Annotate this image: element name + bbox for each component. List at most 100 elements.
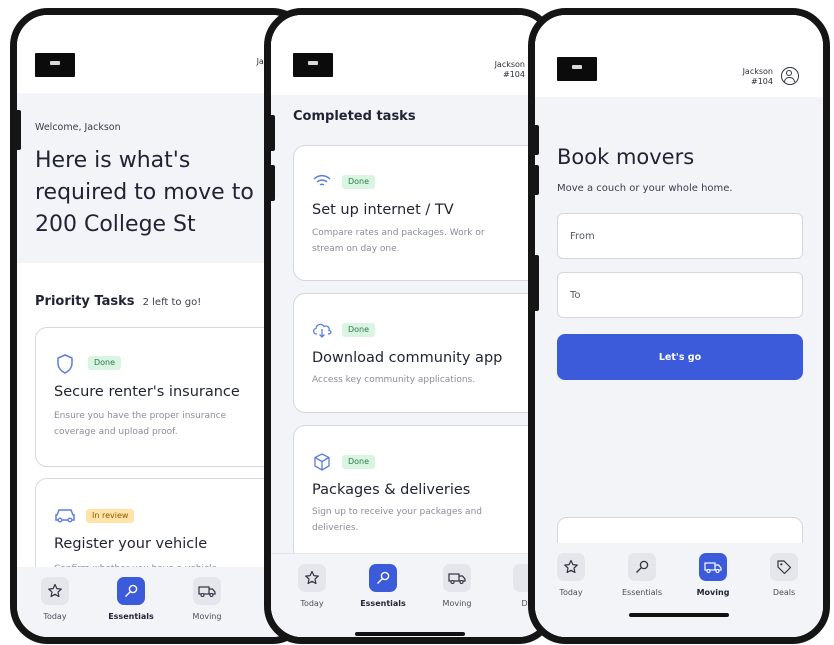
nav-label: Moving (192, 612, 222, 621)
task-description: Compare rates and packages. Work or stre… (312, 225, 485, 257)
nav-label: Essentials (108, 612, 154, 621)
package-icon (312, 452, 332, 476)
user-avatar-icon[interactable] (781, 67, 799, 85)
page-headline: Here is what's required to move to 200 C… (35, 145, 254, 241)
task-card-community-app[interactable]: Done Download community app Access key c… (293, 293, 549, 413)
nav-item-essentials[interactable]: Essentials (101, 577, 161, 621)
nav-item-essentials[interactable]: Essentials (353, 564, 413, 608)
shield-icon (56, 354, 74, 378)
bottom-nav: Today Essentials Moving De (17, 567, 303, 637)
task-card-internet[interactable]: Done Set up internet / TV Compare rates … (293, 145, 549, 281)
page-title: Book movers (557, 145, 695, 169)
desc-line: coverage and upload proof. (54, 427, 178, 437)
side-button (271, 115, 275, 151)
screen: Jackson #104 Welcome, Jackson Here is wh… (17, 15, 303, 637)
side-button (271, 165, 275, 201)
task-title: Download community app (312, 350, 503, 366)
task-description: Sign up to receive your packages and del… (312, 504, 482, 536)
star-icon (557, 553, 585, 581)
desc-line: Sign up to receive your packages and (312, 507, 482, 517)
priority-title: Priority Tasks (35, 294, 135, 309)
user-info[interactable]: Jackson #104 (743, 67, 773, 87)
status-badge: Done (88, 356, 122, 370)
desc-line: stream on day one. (312, 244, 400, 254)
phone-completed-tasks: Jackson #104 Completed tasks Done Set up… (264, 8, 556, 644)
top-bar: Jackson #104 (535, 15, 823, 97)
task-card-packages[interactable]: Done Packages & deliveries Sign up to re… (293, 425, 549, 561)
cloud-download-icon (311, 321, 333, 343)
user-name: Jackson (494, 60, 525, 69)
screen: Jackson #104 Book movers Move a couch or… (535, 15, 823, 637)
nav-item-moving[interactable]: Moving (683, 553, 743, 597)
top-bar: Jackson #104 (271, 15, 549, 95)
nav-label: Deals (772, 588, 796, 597)
task-title: Secure renter's insurance (54, 384, 240, 400)
brand-logo (557, 57, 597, 81)
task-description: Access key community applications. (312, 375, 476, 385)
brand-logo (35, 53, 75, 77)
nav-item-deals[interactable]: Deals (754, 553, 814, 597)
priority-header: Priority Tasks 2 left to go! (35, 290, 201, 309)
desc-line: Ensure you have the proper insurance (54, 411, 227, 421)
truck-icon (699, 553, 727, 581)
status-badge: Done (342, 455, 376, 469)
tag-icon (770, 553, 798, 581)
brand-logo (293, 53, 333, 77)
lets-go-button[interactable]: Let's go (557, 334, 803, 380)
nav-label: Moving (442, 599, 472, 608)
side-button (535, 125, 539, 155)
booking-panel: Book movers Move a couch or your whole h… (543, 97, 815, 449)
nav-label: Essentials (360, 599, 406, 608)
nav-label: Today (300, 599, 324, 608)
nav-item-moving[interactable]: Moving (177, 577, 237, 621)
nav-label: Essentials (621, 588, 663, 597)
nav-item-moving[interactable]: Moving (427, 564, 487, 608)
nav-item-essentials[interactable]: Essentials (612, 553, 672, 597)
status-badge: In review (86, 509, 135, 523)
nav-item-today[interactable]: Today (25, 577, 85, 621)
from-field[interactable]: From (557, 213, 803, 259)
truck-icon (193, 577, 221, 605)
to-field[interactable]: To (557, 272, 803, 318)
key-icon (369, 564, 397, 592)
user-unit: #104 (751, 77, 773, 86)
content-panel: Book movers Move a couch or your whole h… (535, 97, 823, 597)
headline-line: 200 College St (35, 212, 196, 237)
welcome-text: Welcome, Jackson (35, 122, 121, 133)
phone-book-movers: Jackson #104 Book movers Move a couch or… (528, 8, 830, 644)
side-button (535, 165, 539, 195)
task-title: Packages & deliveries (312, 482, 471, 498)
bottom-nav: Today Essentials Moving De (271, 553, 549, 637)
side-button (535, 255, 539, 311)
top-bar: Jackson #104 (17, 15, 303, 91)
star-icon (298, 564, 326, 592)
nav-label: Moving (696, 588, 730, 597)
headline-line: required to move to (35, 180, 254, 205)
user-unit: #104 (503, 70, 525, 79)
key-icon (628, 553, 656, 581)
task-title: Register your vehicle (54, 536, 208, 552)
headline-line: Here is what's (35, 148, 191, 173)
nav-item-today[interactable]: Today (282, 564, 342, 608)
task-title: Set up internet / TV (312, 202, 454, 218)
user-name: Jackson (742, 67, 773, 76)
home-indicator[interactable] (629, 613, 729, 617)
user-info[interactable]: Jackson #104 (495, 60, 525, 80)
wifi-icon (312, 173, 332, 193)
car-icon (54, 507, 76, 527)
status-badge: Done (342, 175, 376, 189)
desc-line: Compare rates and packages. Work or (312, 228, 485, 238)
section-title: Completed tasks (293, 109, 416, 124)
nav-label: Today (43, 612, 67, 621)
nav-label: Today (559, 588, 583, 597)
task-description: Ensure you have the proper insurance cov… (54, 408, 226, 440)
nav-item-today[interactable]: Today (541, 553, 601, 597)
desc-line: deliveries. (312, 523, 359, 533)
star-icon (41, 577, 69, 605)
screen: Jackson #104 Completed tasks Done Set up… (271, 15, 549, 637)
status-badge: Done (342, 323, 376, 337)
bottom-nav: Today Essentials Moving Deals (535, 543, 823, 637)
side-button (17, 110, 21, 150)
home-indicator[interactable] (355, 632, 465, 636)
priority-count: 2 left to go! (142, 297, 202, 308)
